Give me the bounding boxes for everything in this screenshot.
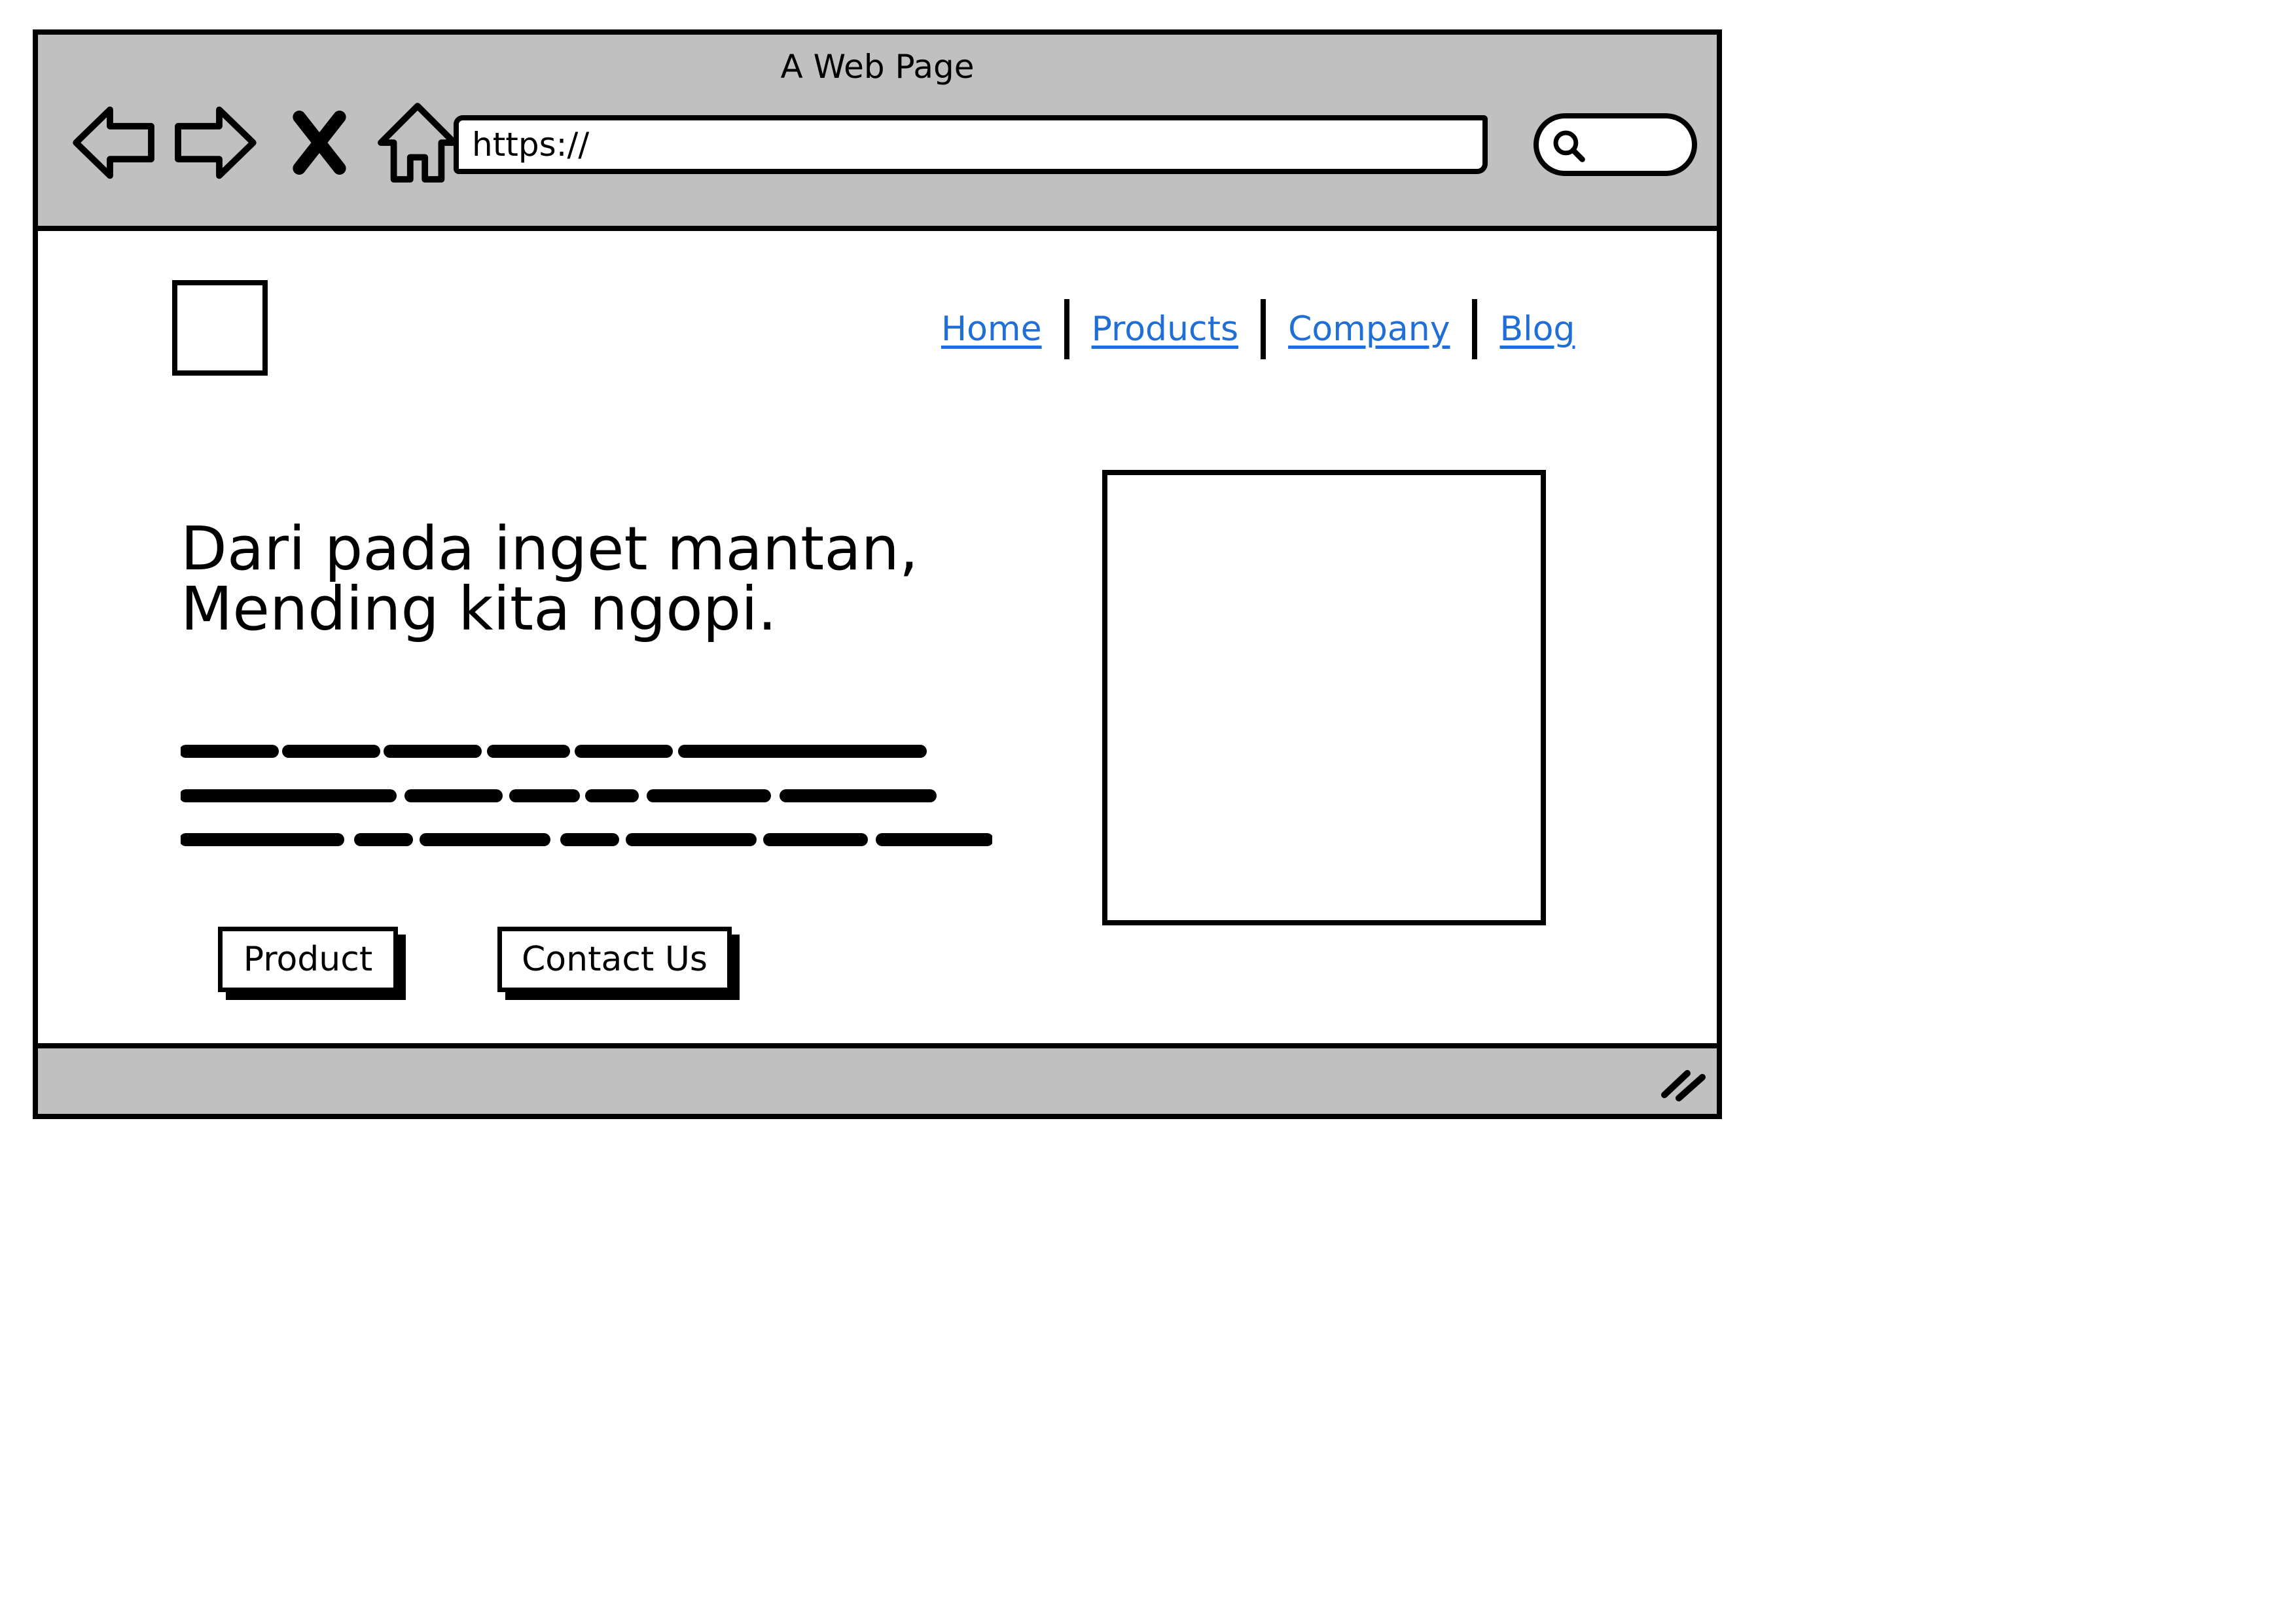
- nav-link-home[interactable]: Home: [941, 310, 1042, 349]
- hero-heading: Dari pada inget mantan, Mending kita ngo…: [181, 514, 919, 644]
- nav-link-blog[interactable]: Blog: [1499, 310, 1575, 349]
- forward-arrow-icon[interactable]: [169, 97, 260, 188]
- placeholder-paragraph: [181, 732, 992, 869]
- stop-icon[interactable]: [274, 97, 365, 188]
- resize-grip-icon[interactable]: [1658, 1059, 1710, 1105]
- browser-toolbar: A Web Page https://: [38, 35, 1717, 231]
- url-text: https://: [472, 126, 590, 164]
- browser-status-bar: [38, 1043, 1717, 1114]
- nav-divider: [1261, 299, 1266, 359]
- site-logo-placeholder[interactable]: [172, 280, 268, 376]
- site-navigation: Home Products Company Blog: [941, 293, 1575, 365]
- nav-divider: [1472, 299, 1478, 359]
- browser-search-box[interactable]: [1534, 113, 1697, 176]
- product-button[interactable]: Product: [218, 927, 398, 992]
- nav-link-company[interactable]: Company: [1288, 310, 1450, 349]
- hero-image-placeholder: [1102, 470, 1546, 925]
- nav-divider: [1064, 299, 1069, 359]
- window-title: A Web Page: [780, 48, 975, 86]
- contact-us-button[interactable]: Contact Us: [497, 927, 732, 992]
- home-icon[interactable]: [372, 97, 463, 188]
- nav-link-products[interactable]: Products: [1092, 310, 1239, 349]
- address-bar[interactable]: https://: [454, 115, 1488, 174]
- search-icon: [1553, 130, 1585, 162]
- browser-window: A Web Page https:// Home Products Compan…: [33, 29, 1722, 1119]
- back-arrow-icon[interactable]: [69, 97, 160, 188]
